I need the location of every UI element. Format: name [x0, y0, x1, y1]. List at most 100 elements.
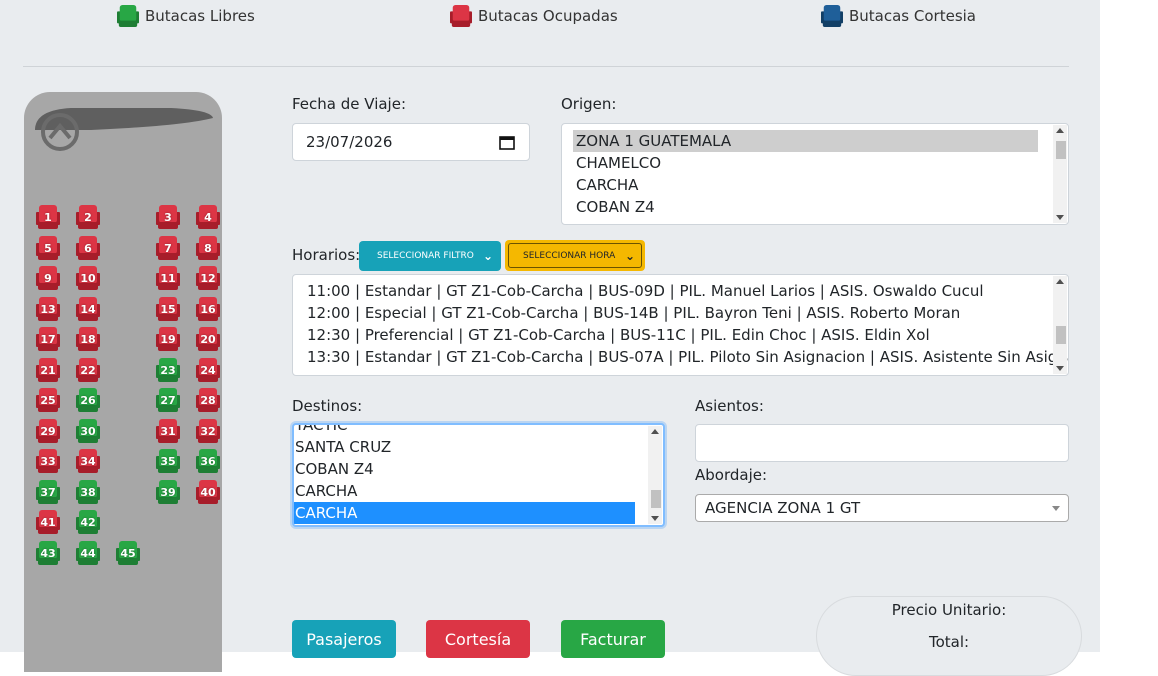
scroll-thumb[interactable]	[1056, 141, 1066, 159]
seat-16[interactable]: 16	[196, 296, 220, 322]
horario-option[interactable]: 12:30 | Preferencial | GT Z1-Cob-Carcha …	[293, 324, 1068, 346]
seat-4[interactable]: 4	[196, 204, 220, 230]
horarios-label: Horarios:	[292, 246, 361, 264]
scroll-down-icon[interactable]	[651, 516, 659, 521]
horario-option[interactable]: 12:00 | Especial | GT Z1-Cob-Carcha | BU…	[293, 302, 1068, 324]
destino-option[interactable]: SANTA CRUZ	[294, 436, 663, 458]
seat-11[interactable]: 11	[156, 265, 180, 291]
scroll-down-icon[interactable]	[1056, 215, 1064, 220]
seat-43[interactable]: 43	[36, 540, 60, 566]
origen-label: Origen:	[561, 95, 617, 113]
scroll-up-icon[interactable]	[1056, 128, 1064, 133]
destinos-listbox[interactable]: TACTIC SANTA CRUZ COBAN Z4 CARCHA CARCHA	[292, 423, 665, 527]
seat-24[interactable]: 24	[196, 357, 220, 383]
asientos-input[interactable]	[695, 424, 1069, 462]
seat-19[interactable]: 19	[156, 326, 180, 352]
horario-option[interactable]: 11:00 | Estandar | GT Z1-Cob-Carcha | BU…	[293, 280, 1068, 302]
fecha-value: 23/07/2026	[306, 133, 393, 151]
seat-number: 7	[164, 241, 172, 255]
origen-listbox[interactable]: ZONA 1 GUATEMALA CHAMELCO CARCHA COBAN Z…	[561, 123, 1069, 225]
seat-6[interactable]: 6	[76, 235, 100, 261]
seat-number: 19	[160, 333, 176, 346]
fecha-input[interactable]: 23/07/2026	[292, 123, 530, 161]
seat-13[interactable]: 13	[36, 296, 60, 322]
seat-number: 3	[164, 211, 172, 224]
seat-45[interactable]: 45	[116, 540, 140, 566]
seat-3[interactable]: 3	[156, 204, 180, 230]
seat-44[interactable]: 44	[76, 540, 100, 566]
bus-seat-map: 1 2 3 4 5 6 7 8 9 10 11 12 13 14 15 16 17 18 19 20 21 22 23 24 2…	[24, 92, 222, 672]
seat-15[interactable]: 15	[156, 296, 180, 322]
horarios-listbox[interactable]: 11:00 | Estandar | GT Z1-Cob-Carcha | BU…	[292, 274, 1069, 376]
seat-2[interactable]: 2	[76, 204, 100, 230]
seat-37[interactable]: 37	[36, 479, 60, 505]
destinos-scrollbar[interactable]	[648, 426, 662, 524]
pasajeros-button[interactable]: Pasajeros	[292, 620, 396, 658]
precio-total-label: Total:	[928, 633, 970, 651]
select-filter-button[interactable]: SELECCIONAR FILTRO ⌄	[359, 241, 501, 271]
seat-number: 22	[80, 363, 96, 377]
origen-option[interactable]: ZONA 1 GUATEMALA	[573, 130, 1038, 152]
main-panel: Butacas Libres Butacas Ocupadas Butacas …	[0, 0, 1100, 676]
precio-unitario-label: Precio Unitario:	[891, 601, 1007, 619]
seat-39[interactable]: 39	[156, 479, 180, 505]
seat-number: 24	[200, 363, 216, 377]
seat-number: 30	[80, 424, 96, 438]
seat-27[interactable]: 27	[156, 387, 180, 413]
abordaje-select[interactable]: AGENCIA ZONA 1 GT	[695, 494, 1069, 522]
seat-20[interactable]: 20	[196, 326, 220, 352]
seat-25[interactable]: 25	[36, 387, 60, 413]
caret-down-icon	[1052, 506, 1060, 511]
seat-29[interactable]: 29	[36, 418, 60, 444]
select-hora-button[interactable]: SELECCIONAR HORA ⌄	[505, 240, 645, 271]
seat-1[interactable]: 1	[36, 204, 60, 230]
seat-18[interactable]: 18	[76, 326, 100, 352]
facturar-button[interactable]: Facturar	[561, 620, 665, 658]
seat-22[interactable]: 22	[76, 357, 100, 383]
seat-36[interactable]: 36	[196, 448, 220, 474]
scroll-thumb[interactable]	[651, 490, 661, 508]
seat-23[interactable]: 23	[156, 357, 180, 383]
calendar-icon[interactable]	[499, 135, 515, 150]
origen-option[interactable]: COBAN Z4	[562, 196, 1068, 218]
seat-5[interactable]: 5	[36, 235, 60, 261]
seat-30[interactable]: 30	[76, 418, 100, 444]
origen-option[interactable]: CHAMELCO	[562, 152, 1068, 174]
seat-10[interactable]: 10	[76, 265, 100, 291]
seat-35[interactable]: 35	[156, 448, 180, 474]
scroll-down-icon[interactable]	[1056, 366, 1064, 371]
seat-number: 26	[80, 394, 96, 407]
seat-9[interactable]: 9	[36, 265, 60, 291]
seat-38[interactable]: 38	[76, 479, 100, 505]
horario-option[interactable]: 13:30 | Estandar | GT Z1-Cob-Carcha | BU…	[293, 346, 1068, 368]
seat-17[interactable]: 17	[36, 326, 60, 352]
seat-21[interactable]: 21	[36, 357, 60, 383]
seat-number: 18	[80, 333, 96, 346]
destino-option-selected[interactable]: CARCHA	[294, 502, 635, 524]
seat-26[interactable]: 26	[76, 387, 100, 413]
seat-28[interactable]: 28	[196, 387, 220, 413]
cortesia-button[interactable]: Cortesía	[426, 620, 530, 658]
seat-42[interactable]: 42	[76, 509, 100, 535]
seat-41[interactable]: 41	[36, 509, 60, 535]
seat-31[interactable]: 31	[156, 418, 180, 444]
seat-33[interactable]: 33	[36, 448, 60, 474]
chevron-down-icon: ⌄	[624, 248, 635, 263]
scroll-up-icon[interactable]	[651, 429, 659, 434]
scroll-up-icon[interactable]	[1056, 279, 1064, 284]
seat-32[interactable]: 32	[196, 418, 220, 444]
scroll-thumb[interactable]	[1056, 326, 1066, 344]
seat-8[interactable]: 8	[196, 235, 220, 261]
seat-7[interactable]: 7	[156, 235, 180, 261]
origen-option[interactable]: CARCHA	[562, 174, 1068, 196]
seat-34[interactable]: 34	[76, 448, 100, 474]
horarios-scrollbar[interactable]	[1053, 276, 1067, 374]
seat-number: 35	[160, 455, 176, 468]
destino-option[interactable]: COBAN Z4	[294, 458, 663, 480]
seat-40[interactable]: 40	[196, 479, 220, 505]
destino-option[interactable]: TACTIC	[294, 425, 663, 436]
seat-12[interactable]: 12	[196, 265, 220, 291]
seat-14[interactable]: 14	[76, 296, 100, 322]
destino-option[interactable]: CARCHA	[294, 480, 663, 502]
origen-scrollbar[interactable]	[1053, 125, 1067, 223]
